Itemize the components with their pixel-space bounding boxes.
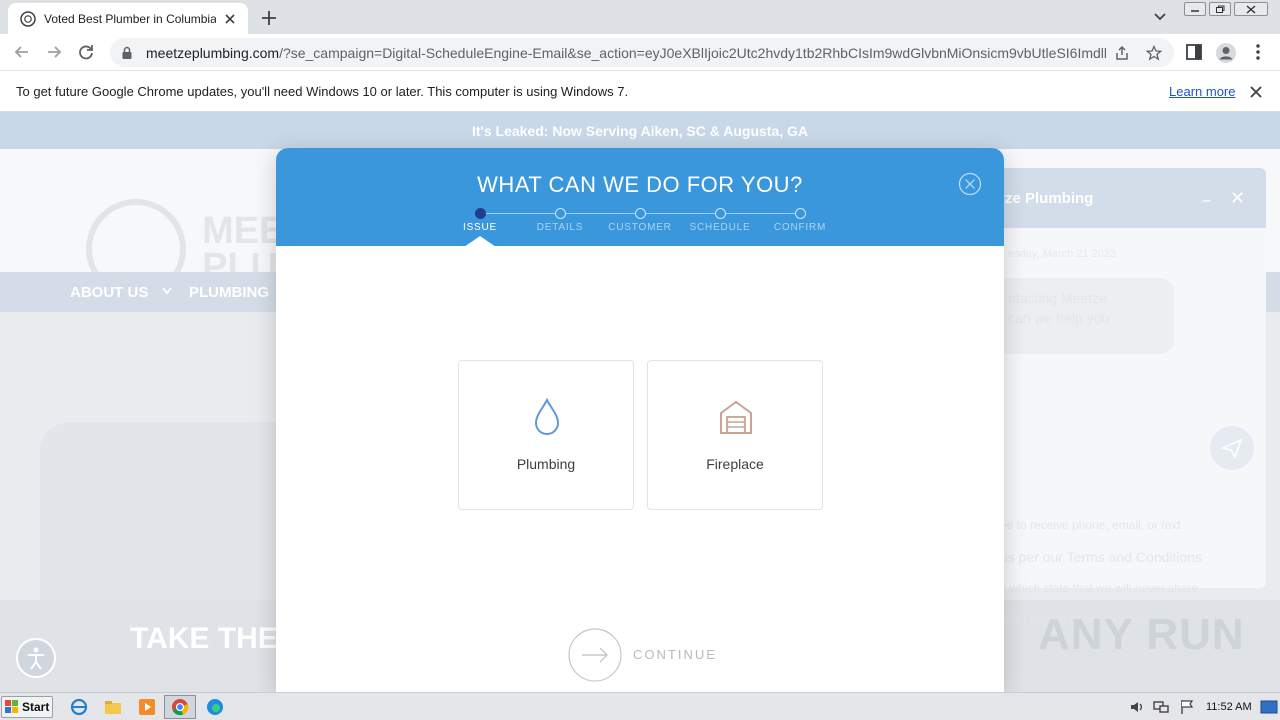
learn-more-link[interactable]: Learn more bbox=[1169, 84, 1235, 99]
minimize-icon bbox=[1191, 10, 1199, 12]
tab-search-chevron-icon[interactable] bbox=[1152, 10, 1168, 24]
tab-title: Voted Best Plumber in Columbia | Loc bbox=[44, 11, 216, 26]
chat-message-line-2: can we help you bbox=[1008, 310, 1110, 326]
browser-toolbar: meetzeplumbing.com/?se_campaign=Digital-… bbox=[0, 34, 1280, 71]
modal-header: WHAT CAN WE DO FOR YOU? ISSUE DETAILS CUST… bbox=[276, 148, 1004, 247]
new-tab-icon[interactable] bbox=[258, 8, 280, 28]
option-label-fireplace: Fireplace bbox=[706, 456, 764, 472]
chat-terms-line-1: ee to receive phone, email, or text bbox=[1000, 518, 1181, 532]
internet-explorer-icon[interactable] bbox=[70, 698, 88, 716]
step-label-schedule: SCHEDULE bbox=[689, 222, 751, 233]
step-dot-issue bbox=[475, 208, 486, 219]
menu-icon[interactable] bbox=[1250, 43, 1266, 61]
hero-headline: TAKE THE bbox=[130, 622, 278, 655]
window-minimize-button[interactable] bbox=[1184, 2, 1206, 16]
address-bar[interactable]: meetzeplumbing.com/?se_campaign=Digital-… bbox=[110, 38, 1174, 67]
window-close-button[interactable] bbox=[1234, 2, 1268, 16]
anyrun-watermark: ANY RUN bbox=[1038, 610, 1245, 659]
network-icon[interactable] bbox=[1152, 698, 1170, 716]
restore-icon bbox=[1216, 5, 1225, 13]
url-host: meetzeplumbing.com bbox=[146, 44, 280, 61]
site-favicon-icon bbox=[20, 10, 36, 27]
chat-header: tze Plumbing – ✕ bbox=[984, 168, 1266, 228]
continue-button[interactable]: CONTINUE bbox=[633, 647, 717, 662]
chat-terms-line-3: y which state that we will never share bbox=[1000, 581, 1199, 595]
star-icon[interactable] bbox=[1146, 45, 1162, 61]
accessibility-icon bbox=[28, 647, 44, 670]
modal-close-icon[interactable] bbox=[958, 172, 982, 196]
windows-logo-icon bbox=[5, 700, 18, 713]
chrome-icon bbox=[172, 699, 189, 716]
continue-arrow-icon[interactable] bbox=[568, 628, 622, 682]
announcement-bar: It's Leaked: Now Serving Aiken, SC & Aug… bbox=[0, 112, 1280, 149]
accessibility-button[interactable] bbox=[16, 638, 56, 678]
chat-terms-line-2: us per our Terms and Conditions bbox=[1000, 549, 1203, 565]
window-restore-button[interactable] bbox=[1209, 2, 1231, 16]
show-desktop-icon[interactable] bbox=[1260, 698, 1278, 716]
step-label-details: DETAILS bbox=[536, 222, 584, 233]
sidepanel-icon[interactable] bbox=[1185, 43, 1203, 61]
chevron-down-icon bbox=[162, 287, 172, 295]
option-card-fireplace[interactable]: Fireplace bbox=[647, 360, 823, 510]
chrome-taskbar-button[interactable] bbox=[164, 695, 196, 719]
modal-title: WHAT CAN WE DO FOR YOU? bbox=[477, 172, 803, 197]
fireplace-icon bbox=[720, 400, 752, 434]
step-dot-schedule bbox=[715, 208, 726, 219]
forward-icon[interactable] bbox=[44, 42, 64, 62]
profile-icon[interactable] bbox=[1215, 42, 1237, 64]
infobar-message: To get future Google Chrome updates, you… bbox=[16, 84, 629, 99]
url-path: /?se_campaign=Digital-ScheduleEngine-Ema… bbox=[279, 44, 1106, 61]
step-label-confirm: CONFIRM bbox=[773, 222, 827, 233]
option-card-plumbing[interactable]: Plumbing bbox=[458, 360, 634, 510]
infobar-close-icon[interactable] bbox=[1249, 85, 1263, 99]
reload-icon[interactable] bbox=[76, 42, 96, 62]
tab-strip: Voted Best Plumber in Columbia | Loc bbox=[0, 0, 1280, 34]
active-step-notch bbox=[464, 236, 496, 247]
share-icon[interactable] bbox=[1114, 45, 1130, 61]
back-icon[interactable] bbox=[12, 42, 32, 62]
step-dot-confirm bbox=[795, 208, 806, 219]
lock-icon[interactable] bbox=[120, 46, 134, 60]
chat-send-button[interactable] bbox=[1210, 426, 1254, 470]
chat-message-line-1: ntacting Meetze bbox=[1008, 290, 1107, 306]
chat-title: tze Plumbing bbox=[1000, 190, 1094, 207]
tab-close-icon[interactable] bbox=[222, 11, 238, 27]
nav-about-us[interactable]: ABOUT US bbox=[70, 284, 148, 301]
taskbar-clock: 11:52 AM bbox=[1206, 701, 1252, 713]
step-dot-details bbox=[555, 208, 566, 219]
action-center-flag-icon[interactable] bbox=[1178, 698, 1196, 716]
chat-close-icon[interactable]: ✕ bbox=[1230, 188, 1245, 209]
windows-taskbar: Start 11:52 AM bbox=[0, 692, 1280, 720]
browser-tab-active[interactable]: Voted Best Plumber in Columbia | Loc bbox=[8, 3, 248, 34]
chat-message-bubble: ntacting Meetze can we help you bbox=[992, 278, 1174, 354]
nav-plumbing[interactable]: PLUMBING bbox=[189, 284, 269, 301]
chat-date: esday, March 21 2023 bbox=[1008, 248, 1117, 260]
start-button[interactable]: Start bbox=[1, 696, 53, 718]
step-label-issue: ISSUE bbox=[462, 222, 497, 233]
announcement-text: It's Leaked: Now Serving Aiken, SC & Aug… bbox=[471, 123, 809, 139]
water-drop-icon bbox=[534, 397, 560, 435]
url-text: meetzeplumbing.com/?se_campaign=Digital-… bbox=[146, 45, 1106, 61]
step-dot-customer bbox=[635, 208, 646, 219]
step-label-customer: CUSTOMER bbox=[608, 222, 672, 233]
edge-icon[interactable] bbox=[206, 698, 224, 716]
chat-minimize-icon[interactable]: – bbox=[1202, 192, 1211, 210]
send-icon bbox=[1220, 438, 1243, 459]
schedule-modal: WHAT CAN WE DO FOR YOU? ISSUE DETAILS CUST… bbox=[276, 148, 1004, 692]
media-player-icon[interactable] bbox=[138, 698, 156, 716]
volume-icon[interactable] bbox=[1128, 698, 1146, 716]
start-label: Start bbox=[22, 700, 50, 714]
option-label-plumbing: Plumbing bbox=[516, 456, 576, 472]
window-close-icon bbox=[1246, 4, 1256, 14]
file-explorer-icon[interactable] bbox=[104, 698, 122, 716]
update-infobar: To get future Google Chrome updates, you… bbox=[0, 71, 1280, 112]
